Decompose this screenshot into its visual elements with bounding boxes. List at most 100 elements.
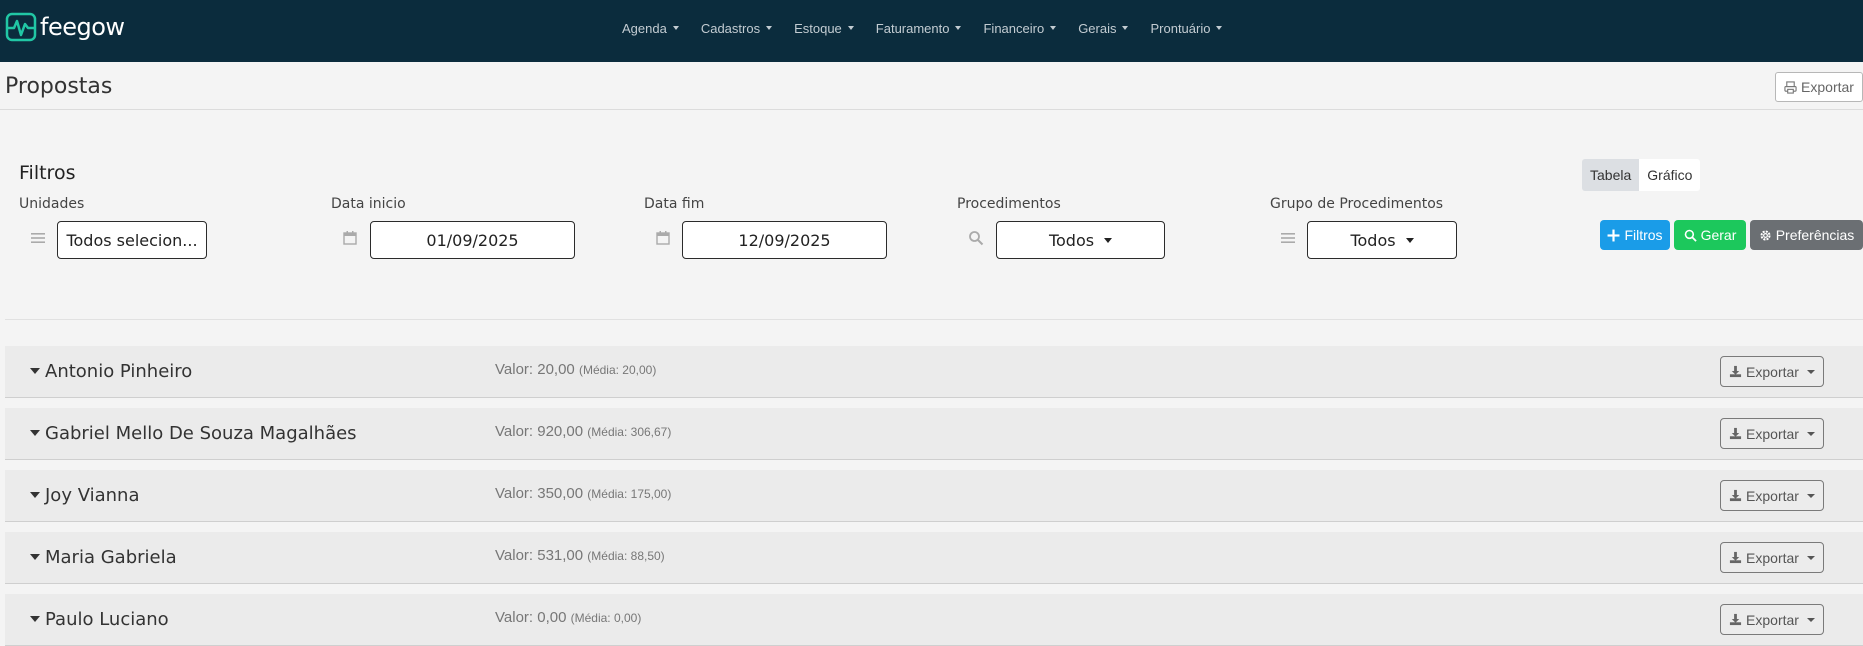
row-export-label: Exportar [1746,363,1799,380]
calendar-icon [343,231,357,245]
row-media: (Média: 0,00) [570,611,642,625]
result-row[interactable]: Maria Gabriela Valor: 531,00 (Média: 88,… [5,532,1863,584]
row-export-button[interactable]: Exportar [1720,356,1824,387]
nav-estoque[interactable]: Estoque [794,21,854,36]
filters-title: Filtros [19,162,76,184]
tab-tabela[interactable]: Tabela [1582,159,1640,191]
unidades-select[interactable]: Todos selecion... [57,221,207,259]
caret-down-icon [1104,237,1113,243]
row-name: Joy Vianna [45,485,140,506]
caret-down-icon [30,616,40,622]
nav-label: Estoque [794,20,842,36]
data-fim-label: Data fim [644,196,705,212]
nav-cadastros[interactable]: Cadastros [700,20,773,36]
row-valor: Valor: 20,00 [495,361,575,378]
caret-down-icon [1806,555,1815,560]
nav-label: Financeiro [983,20,1045,36]
nav-label: Faturamento [875,20,950,36]
gerar-label: Gerar [1700,227,1737,243]
row-export-button[interactable]: Exportar [1720,480,1824,511]
nav-prontuario[interactable]: Prontuário [1150,20,1223,36]
caret-down-icon [30,430,40,436]
caret-down-icon [30,554,40,560]
procedimentos-value: Todos [1048,230,1095,250]
procedimentos-label: Procedimentos [957,196,1061,212]
result-row[interactable]: Paulo Luciano Valor: 0,00 (Média: 0,00) … [5,594,1863,646]
row-value: Valor: 531,00 (Média: 88,50) [495,547,665,564]
unidades-label: Unidades [19,196,85,212]
result-row[interactable]: Antonio Pinheiro Valor: 20,00 (Média: 20… [5,346,1863,398]
row-export-label: Exportar [1746,549,1799,566]
filtros-button[interactable]: Filtros [1600,220,1670,250]
row-name: Gabriel Mello De Souza Magalhães [45,423,357,444]
caret-down-icon [30,492,40,498]
pulse-logo-icon [5,12,37,42]
row-export-label: Exportar [1746,611,1799,628]
row-valor: Valor: 920,00 [495,423,584,440]
chevron-down-icon [955,26,962,30]
row-media: (Média: 88,50) [587,549,665,563]
caret-down-icon [1806,617,1815,622]
nav-label: Gerais [1078,20,1117,36]
row-media: (Média: 306,67) [587,425,672,439]
nav-label: Agenda [622,20,667,36]
calendar-icon [656,231,670,245]
chevron-down-icon [1050,26,1057,30]
download-icon [1729,613,1742,626]
logo[interactable]: feegow [5,11,125,43]
grupo-select[interactable]: Todos [1307,221,1457,259]
page-header: Propostas Exportar [0,62,1863,110]
nav-label: Cadastros [700,20,761,36]
search-icon [969,231,984,246]
preferencias-button[interactable]: Preferências [1750,220,1863,250]
chevron-down-icon [1122,26,1129,30]
row-valor: Valor: 350,00 [495,485,584,502]
search-icon [1684,229,1697,242]
nav-gerais[interactable]: Gerais [1078,20,1129,36]
data-fim-input[interactable]: 12/09/2025 [682,221,887,259]
unidades-value: Todos selecion... [66,230,198,250]
list-icon [31,233,45,243]
nav-faturamento[interactable]: Faturamento [876,21,962,36]
data-inicio-value: 01/09/2025 [426,230,519,250]
row-export-button[interactable]: Exportar [1720,418,1824,449]
row-name: Maria Gabriela [45,547,177,568]
nav-label: Prontuário [1150,20,1211,36]
logo-text: feegow [40,13,125,41]
result-row[interactable]: Gabriel Mello De Souza Magalhães Valor: … [5,408,1863,460]
list-icon [1281,233,1295,243]
row-name: Paulo Luciano [45,609,169,630]
grupo-label: Grupo de Procedimentos [1270,196,1444,212]
print-icon [1784,80,1797,94]
row-media: (Média: 175,00) [587,487,672,501]
data-inicio-input[interactable]: 01/09/2025 [370,221,575,259]
nav-financeiro[interactable]: Financeiro [983,20,1057,36]
caret-down-icon [1806,369,1815,374]
export-button[interactable]: Exportar [1775,72,1863,102]
row-value: Valor: 0,00 (Média: 0,00) [495,609,641,626]
row-export-button[interactable]: Exportar [1720,542,1824,573]
filtros-label: Filtros [1624,227,1663,243]
plus-icon [1607,229,1620,241]
chevron-down-icon [1216,26,1223,30]
divider [5,319,1863,320]
main-menu: Agenda Cadastros Estoque Faturamento Fin… [622,0,1244,56]
view-toggle: Tabela Gráfico [1582,159,1701,191]
nav-agenda[interactable]: Agenda [622,21,679,36]
download-icon [1729,489,1742,502]
tab-grafico[interactable]: Gráfico [1639,159,1701,191]
row-name: Antonio Pinheiro [45,361,193,382]
page-title: Propostas [5,74,113,99]
result-row[interactable]: Joy Vianna Valor: 350,00 (Média: 175,00)… [5,470,1863,522]
gerar-button[interactable]: Gerar [1674,220,1746,250]
download-icon [1729,551,1742,564]
grupo-value: Todos [1350,230,1396,250]
row-export-label: Exportar [1746,487,1799,504]
chevron-down-icon [672,26,679,30]
preferencias-label: Preferências [1775,227,1855,243]
caret-down-icon [30,368,40,374]
top-navbar: feegow Agenda Cadastros Estoque Faturame… [0,0,1863,62]
caret-down-icon [1405,237,1414,243]
procedimentos-select[interactable]: Todos [996,221,1165,259]
row-export-button[interactable]: Exportar [1720,604,1824,635]
